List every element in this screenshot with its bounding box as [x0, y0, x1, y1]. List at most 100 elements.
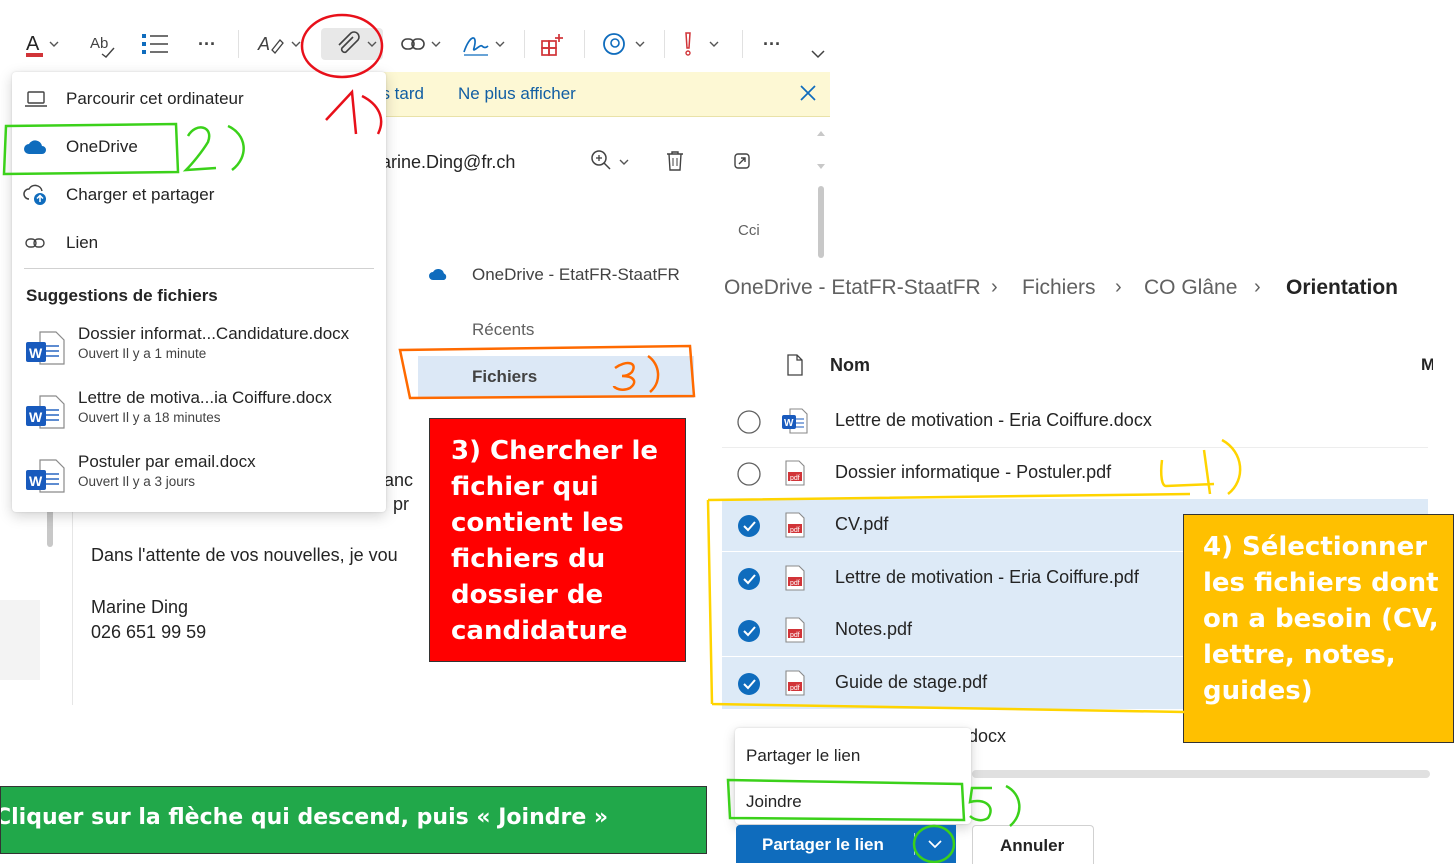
menu-item-share-link[interactable]: Partager le lien [746, 746, 860, 766]
word-file-icon: W [26, 458, 66, 494]
zoom-icon[interactable] [589, 148, 633, 174]
close-icon[interactable] [799, 84, 817, 102]
suggestion-item[interactable]: W Postuler par email.docx Ouvert Il y a … [12, 446, 386, 506]
radio-checked-icon[interactable] [737, 567, 761, 591]
nav-account[interactable]: OneDrive - EtatFR-StaatFR [472, 265, 680, 285]
file-name: Dossier informatique - Postuler.pdf [835, 462, 1112, 482]
body-text-partial: anc [384, 470, 414, 490]
radio-checked-icon[interactable] [737, 514, 761, 538]
svg-text:W: W [29, 345, 43, 361]
breadcrumb-current: Orientation [1286, 276, 1399, 299]
menu-item-label: Parcourir cet ordinateur [66, 89, 244, 108]
file-type-header-icon [786, 354, 804, 376]
suggestion-item[interactable]: W Dossier informat...Candidature.docx Ou… [12, 318, 386, 378]
svg-text:pdf: pdf [790, 527, 800, 534]
apps-icon[interactable] [536, 28, 568, 60]
svg-text:A: A [26, 33, 40, 55]
attach-file-button[interactable] [321, 28, 383, 60]
toolbar-divider [584, 30, 585, 58]
suggestion-name: Dossier informat...Candidature.docx [78, 324, 350, 343]
divider [72, 480, 73, 705]
menu-item-upload-share[interactable]: Charger et partager [12, 172, 386, 218]
more-options-icon[interactable]: ··· [750, 28, 794, 60]
signature-phone: 026 651 99 59 [91, 622, 207, 642]
share-link-label: Partager le lien [762, 835, 884, 854]
file-name: CV.pdf [835, 514, 889, 534]
nav-recents[interactable]: Récents [472, 320, 534, 340]
file-row[interactable]: pdf Dossier informatique - Postuler.pdf [722, 447, 1428, 500]
styles-icon[interactable]: A [254, 28, 304, 60]
breadcrumb-item[interactable]: OneDrive - EtatFR-StaatFR [724, 276, 981, 300]
link-icon[interactable] [400, 28, 450, 60]
laptop-icon [22, 89, 50, 109]
svg-text:Ab: Ab [90, 35, 108, 52]
dont-show-again-link[interactable]: Ne plus afficher [458, 84, 576, 104]
delete-icon[interactable] [665, 150, 685, 172]
pdf-file-icon: pdf [782, 564, 808, 592]
column-header-name[interactable]: Nom [830, 355, 870, 376]
pdf-file-icon: pdf [782, 616, 808, 644]
radio-checked-icon[interactable] [737, 619, 761, 643]
chevron-right-icon: › [1254, 276, 1261, 298]
split-divider [914, 833, 915, 855]
signature-name: Marine Ding [91, 597, 189, 617]
menu-divider [24, 268, 374, 269]
suggestion-item[interactable]: W Lettre de motiva...ia Coiffure.docx Ou… [12, 382, 386, 442]
menu-item-attach[interactable]: Joindre [746, 792, 802, 812]
suggestion-opened: Ouvert Il y a 3 jours [78, 474, 196, 489]
signature-icon[interactable] [460, 28, 512, 60]
chevron-down-icon[interactable] [927, 838, 943, 850]
cancel-button[interactable]: Annuler [972, 825, 1094, 864]
bullet-list-icon[interactable] [138, 28, 172, 60]
onedrive-cloud-icon [428, 266, 452, 282]
annotation-text: 4) Sélectionner les fichiers dont on a b… [1203, 532, 1439, 706]
annotation-text: 3) Chercher le fichier qui contient les … [451, 436, 659, 646]
menu-item-label: Lien [66, 233, 99, 252]
suggestion-name: Lettre de motiva...ia Coiffure.docx [78, 388, 332, 407]
loop-icon[interactable] [600, 28, 652, 60]
file-name: Lettre de motivation - Eria Coiffure.doc… [835, 410, 1152, 430]
bcc-button[interactable]: Cci [738, 222, 760, 239]
suggestion-name: Postuler par email.docx [78, 452, 256, 471]
toolbar-divider [742, 30, 743, 58]
font-color-icon[interactable]: A [22, 28, 62, 60]
svg-text:pdf: pdf [790, 632, 800, 639]
menu-item-label: OneDrive [66, 137, 138, 156]
file-name: Guide de stage.pdf [835, 672, 988, 692]
share-link-button[interactable]: Partager le lien [736, 825, 956, 863]
cancel-label: Annuler [1000, 836, 1065, 855]
more-format-icon[interactable]: ··· [192, 28, 222, 60]
suggestion-opened: Ouvert Il y a 1 minute [78, 346, 207, 361]
spelling-icon[interactable]: Ab [88, 28, 118, 60]
info-bar: us tard Ne plus afficher [372, 72, 830, 117]
menu-item-browse-computer[interactable]: Parcourir cet ordinateur [12, 76, 386, 122]
body-closing: Dans l'attente de vos nouvelles, je vou [91, 545, 398, 565]
nav-files-item[interactable]: Fichiers [418, 356, 694, 398]
radio-unchecked-icon[interactable] [737, 462, 761, 486]
body-text-partial: pr [393, 494, 410, 514]
word-file-icon: W [782, 407, 808, 435]
radio-checked-icon[interactable] [737, 672, 761, 696]
scrollbar[interactable] [815, 128, 827, 258]
importance-icon[interactable] [678, 28, 730, 60]
breadcrumb-item[interactable]: CO Glâne [1144, 276, 1237, 300]
menu-item-link[interactable]: Lien [12, 220, 386, 266]
pdf-file-icon: pdf [782, 459, 808, 487]
share-split-menu: Partager le lien Joindre [735, 728, 971, 824]
toolbar-divider [524, 30, 525, 58]
recipient-chip[interactable]: arine.Ding@fr.ch [381, 152, 515, 173]
radio-unchecked-icon[interactable] [737, 410, 761, 434]
menu-item-onedrive[interactable]: OneDrive [12, 124, 386, 170]
suggestions-heading: Suggestions de fichiers [26, 286, 218, 305]
pdf-file-icon: pdf [782, 669, 808, 697]
column-header-modified[interactable]: M [1421, 355, 1433, 375]
breadcrumb-item[interactable]: Fichiers [1022, 276, 1096, 300]
nav-files-label: Fichiers [472, 367, 538, 386]
annotation-step-4: 4) Sélectionner les fichiers dont on a b… [1183, 514, 1454, 743]
horizontal-scrollbar[interactable] [972, 770, 1430, 778]
file-row[interactable]: W Lettre de motivation - Eria Coiffure.d… [722, 395, 1428, 448]
format-toolbar: A Ab ··· A ··· [8, 18, 833, 70]
toolbar-expand-icon[interactable] [806, 38, 830, 70]
chevron-right-icon: › [991, 276, 998, 298]
pop-out-icon[interactable] [733, 152, 751, 170]
